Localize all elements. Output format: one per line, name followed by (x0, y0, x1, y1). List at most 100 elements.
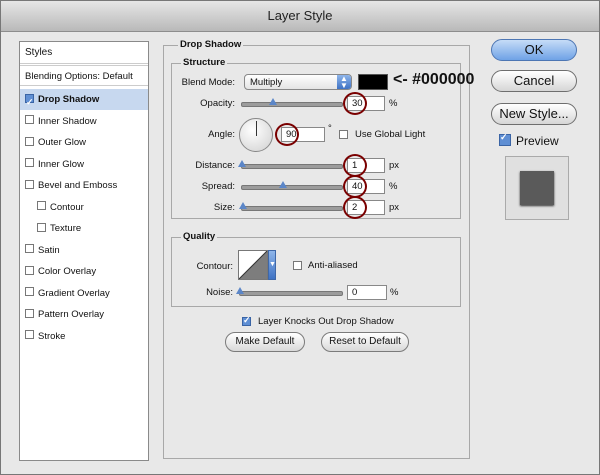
sidebar-item-label: Gradient Overlay (38, 287, 110, 299)
angle-dial[interactable] (239, 118, 273, 152)
ok-button[interactable]: OK (491, 39, 577, 61)
checkbox-icon[interactable] (25, 115, 34, 125)
size-label: Size: (213, 202, 235, 213)
angle-dial-needle (256, 121, 257, 136)
styles-header[interactable]: Styles (20, 42, 148, 64)
sidebar-item-satin[interactable]: Satin (20, 240, 148, 261)
sidebar-item-inner-shadow[interactable]: Inner Shadow (20, 111, 148, 132)
sidebar-item-gradient-overlay[interactable]: Gradient Overlay (20, 283, 148, 304)
blending-options-item[interactable]: Blending Options: Default (20, 65, 148, 86)
blend-mode-select[interactable]: Multiply ▲ ▼ (244, 74, 352, 90)
sidebar-item-bevel-and-emboss[interactable]: Bevel and Emboss (20, 175, 148, 196)
use-global-light-checkbox[interactable] (339, 129, 352, 141)
size-slider-thumb[interactable] (239, 202, 247, 209)
distance-slider[interactable] (238, 160, 343, 169)
angle-label: Angle: (208, 129, 235, 140)
sidebar-item-label: Contour (50, 201, 84, 213)
preview-square (520, 171, 554, 205)
distance-unit: px (389, 160, 400, 171)
checkbox-icon[interactable] (25, 265, 34, 275)
sidebar-item-label: Color Overlay (38, 266, 97, 277)
use-global-light-label: Use Global Light (355, 129, 426, 140)
size-slider[interactable] (239, 202, 343, 211)
size-unit: px (389, 202, 400, 213)
shadow-color-swatch[interactable] (358, 74, 388, 90)
sidebar-item-contour[interactable]: Contour (20, 197, 148, 218)
sidebar-item-label: Drop Shadow (38, 94, 100, 105)
sidebar-item-pattern-overlay[interactable]: Pattern Overlay (20, 304, 148, 325)
checkbox-icon[interactable] (25, 287, 34, 297)
opacity-slider-thumb[interactable] (268, 98, 277, 105)
checkbox-icon[interactable] (25, 158, 34, 168)
window-title: Layer Style (1, 1, 599, 32)
sidebar-item-label: Texture (50, 223, 82, 234)
checkbox-checked-icon (499, 132, 511, 146)
spread-slider-thumb[interactable] (278, 181, 287, 188)
checkbox-checked-icon (242, 315, 251, 326)
knockout-checkbox[interactable] (242, 315, 255, 328)
sidebar-item-label: Bevel and Emboss (38, 180, 118, 191)
sidebar-item-outer-glow[interactable]: Outer Glow (20, 132, 148, 153)
sidebar-item-label: Inner Glow (38, 158, 84, 170)
noise-slider[interactable] (236, 287, 343, 296)
noise-input[interactable]: 0 (347, 285, 387, 300)
contour-preview[interactable] (238, 250, 268, 280)
spread-unit: % (389, 181, 398, 192)
sidebar-item-inner-glow[interactable]: Inner Glow (20, 154, 148, 175)
contour-dropdown-button[interactable]: ▼ (268, 250, 276, 280)
checkbox-icon[interactable] (25, 330, 34, 340)
noise-slider-thumb[interactable] (236, 287, 244, 294)
quality-title: Quality (181, 231, 218, 242)
opacity-unit: % (389, 98, 398, 109)
new-style-button[interactable]: New Style... (491, 103, 577, 125)
chevron-updown-icon: ▲ ▼ (337, 75, 351, 90)
sidebar-item-label: Pattern Overlay (38, 309, 104, 320)
checkbox-checked-icon[interactable] (25, 92, 34, 113)
sidebar-item-stroke[interactable]: Stroke (20, 326, 148, 347)
sidebar-item-texture[interactable]: Texture (20, 218, 148, 239)
sidebar-item-drop-shadow[interactable]: Drop Shadow (20, 89, 148, 113)
checkbox-icon[interactable] (25, 308, 34, 318)
structure-title: Structure (181, 57, 228, 68)
styles-sidebar: Styles Blending Options: Default Drop Sh… (19, 41, 149, 461)
distance-label: Distance: (195, 160, 235, 171)
annotation-circle (275, 123, 299, 146)
checkbox-icon (293, 260, 302, 270)
checkbox-icon (339, 129, 348, 139)
blend-mode-label: Blend Mode: (181, 77, 235, 88)
anti-aliased-checkbox[interactable] (293, 260, 306, 272)
cancel-button[interactable]: Cancel (491, 70, 577, 92)
checkbox-icon[interactable] (25, 136, 34, 146)
spread-slider[interactable] (241, 181, 343, 190)
checkbox-icon[interactable] (25, 244, 34, 254)
reset-to-default-button[interactable]: Reset to Default (321, 332, 409, 352)
opacity-slider[interactable] (241, 98, 343, 107)
annotation-circle (343, 154, 367, 177)
drop-shadow-title: Drop Shadow (178, 39, 244, 50)
checkbox-icon[interactable] (37, 222, 46, 232)
preview-label: Preview (516, 134, 559, 148)
opacity-label: Opacity: (200, 98, 235, 109)
contour-curve-icon (238, 250, 268, 280)
chevron-down-icon: ▼ (269, 261, 276, 268)
preview-checkbox[interactable] (499, 132, 515, 147)
sidebar-item-label: Inner Shadow (38, 115, 97, 127)
checkbox-icon[interactable] (37, 201, 46, 211)
annotation-circle (343, 92, 367, 115)
noise-label: Noise: (206, 287, 233, 298)
annotation-circle (343, 175, 367, 198)
annotation-circle (343, 196, 367, 219)
distance-slider-thumb[interactable] (238, 160, 246, 167)
sidebar-item-label: Satin (38, 244, 60, 256)
sidebar-item-label: Outer Glow (38, 137, 87, 148)
sidebar-item-label: Stroke (38, 330, 66, 342)
preview-thumbnail (505, 156, 569, 220)
contour-label: Contour: (196, 261, 233, 272)
anti-aliased-label: Anti-aliased (308, 260, 358, 271)
checkbox-icon[interactable] (25, 179, 34, 189)
layer-style-dialog: Layer Style Styles Blending Options: Def… (0, 0, 600, 475)
noise-unit: % (390, 287, 399, 298)
make-default-button[interactable]: Make Default (225, 332, 305, 352)
spread-label: Spread: (201, 181, 235, 192)
sidebar-item-color-overlay[interactable]: Color Overlay (20, 261, 148, 282)
